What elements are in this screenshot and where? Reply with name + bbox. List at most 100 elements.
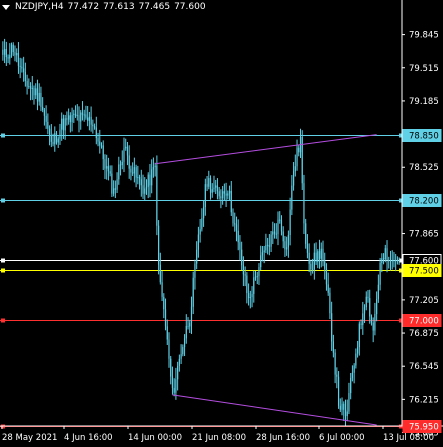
candle-body [279, 219, 281, 221]
candle-body [48, 128, 51, 136]
candle-body [183, 338, 186, 348]
candle-body [140, 179, 142, 186]
candle-body [286, 247, 288, 250]
candle-body [109, 171, 111, 174]
time-tick-label: 13 Jul 08:00 [383, 433, 434, 443]
candle-body [5, 49, 7, 58]
candle-body [372, 322, 374, 331]
candle-body [21, 66, 23, 69]
candle-body [199, 229, 201, 235]
candle-body [348, 393, 350, 412]
candle-body [135, 167, 137, 178]
candle-body [163, 296, 165, 310]
candle-body [218, 191, 220, 197]
candle-body [14, 52, 16, 56]
candle-body [230, 190, 232, 213]
candle-body [363, 307, 366, 314]
price-tick-label: 77.205 [409, 296, 439, 306]
candle-body [282, 231, 284, 242]
candle-body [116, 179, 118, 190]
candle-body [74, 113, 77, 116]
candle-body [222, 191, 224, 199]
candle-body [54, 133, 56, 145]
candle-body [175, 379, 177, 393]
candle-body [320, 248, 322, 259]
candle-body [197, 234, 200, 250]
price-chart[interactable]: 79.84579.51579.18578.52578.19577.86577.2… [0, 0, 443, 447]
close-value: 77.600 [174, 2, 206, 12]
open-value: 77.472 [67, 2, 100, 12]
candle-body [59, 129, 61, 139]
candle-body [40, 92, 42, 107]
candle-body [350, 377, 352, 394]
candle-body [104, 159, 106, 169]
candle-body [334, 352, 336, 375]
candle-body [187, 325, 189, 327]
candle-body [396, 260, 399, 262]
candle-body [10, 44, 13, 55]
candle-body [251, 293, 253, 298]
candle-body [125, 146, 127, 149]
low-value: 77.465 [138, 2, 171, 12]
candle-body [360, 323, 362, 325]
candle-body [287, 234, 289, 248]
candle-body [81, 112, 84, 115]
candle-body [228, 190, 231, 194]
candle-body [241, 249, 243, 266]
candle-body [384, 248, 386, 260]
candle-body [55, 133, 58, 143]
candle-body [298, 147, 300, 153]
candle-body [123, 148, 125, 162]
chart-header: NZDJPY,H4 77.472 77.613 77.465 77.600 [2, 2, 210, 12]
candle-body [61, 118, 63, 130]
candle-body [23, 68, 25, 73]
candle-body [138, 176, 141, 180]
chart-window[interactable]: 79.84579.51579.18578.52578.19577.86577.2… [0, 0, 443, 447]
candle-body [270, 234, 272, 247]
candle-body [235, 224, 238, 231]
level-price-label: 77.000 [409, 317, 439, 327]
candle-body [19, 65, 21, 67]
candle-body [265, 244, 267, 251]
level-line-handle[interactable] [1, 133, 5, 138]
candle-body [234, 223, 236, 225]
candle-body [106, 166, 108, 169]
candle-body [213, 187, 215, 190]
candle-body [377, 284, 379, 299]
price-tick-label: 76.215 [409, 395, 439, 405]
candle-body [95, 127, 97, 139]
level-price-label: 75.950 [409, 423, 439, 433]
candle-body [42, 106, 44, 111]
candle-body [164, 309, 167, 327]
header-dropdown-icon[interactable] [2, 4, 10, 10]
level-line-handle[interactable] [1, 268, 5, 273]
candle-body [66, 118, 68, 120]
level-line-handle[interactable] [1, 258, 5, 263]
candle-body [353, 365, 355, 373]
candle-body [216, 185, 219, 192]
candle-body [173, 387, 175, 393]
candle-body [215, 185, 217, 188]
price-tick-label: 79.845 [409, 31, 439, 41]
candle-body [35, 88, 37, 96]
candle-body [142, 185, 144, 194]
time-tick-label: 21 Jun 08:00 [192, 433, 246, 443]
candle-body [322, 248, 324, 262]
level-price-label: 77.500 [409, 267, 439, 277]
candle-body [118, 164, 120, 180]
price-tick-label: 77.865 [409, 230, 439, 240]
level-line-handle[interactable] [1, 198, 5, 203]
candle-body [85, 114, 87, 118]
candle-body [329, 292, 331, 314]
candle-body [130, 168, 132, 173]
trendline[interactable] [155, 134, 377, 165]
level-line-handle[interactable] [1, 318, 5, 323]
candle-body [171, 376, 174, 388]
candle-body [237, 230, 239, 243]
candle-body [154, 165, 156, 168]
candle-body [68, 115, 70, 120]
candle-body [369, 298, 371, 317]
candle-body [16, 53, 18, 56]
candle-body [3, 49, 6, 55]
candle-body [78, 115, 80, 122]
